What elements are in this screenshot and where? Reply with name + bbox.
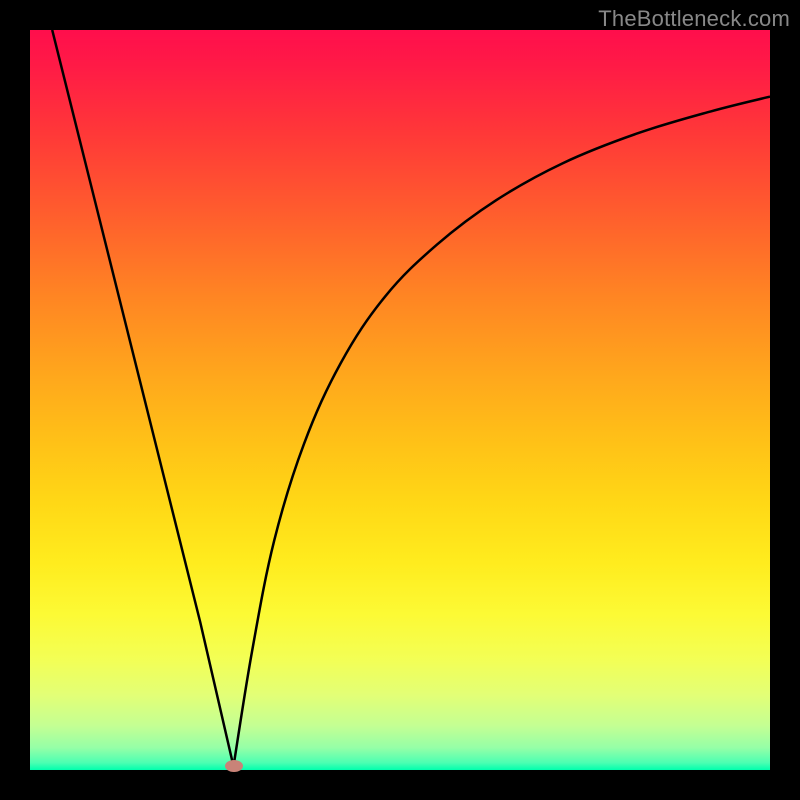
curve-right-branch [234, 97, 771, 767]
curve-svg [30, 30, 770, 770]
watermark-text: TheBottleneck.com [598, 6, 790, 32]
chart-container: TheBottleneck.com [0, 0, 800, 800]
minimum-marker [225, 760, 243, 772]
curve-left-branch [52, 30, 233, 766]
plot-area [30, 30, 770, 770]
